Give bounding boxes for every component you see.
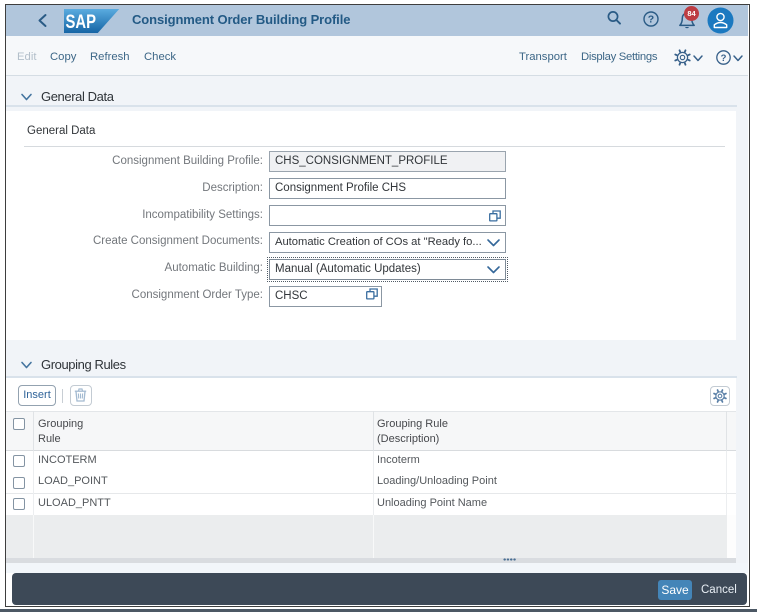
svg-text:SAP: SAP	[65, 12, 96, 33]
svg-text:?: ?	[721, 53, 727, 64]
svg-text:?: ?	[648, 13, 654, 25]
